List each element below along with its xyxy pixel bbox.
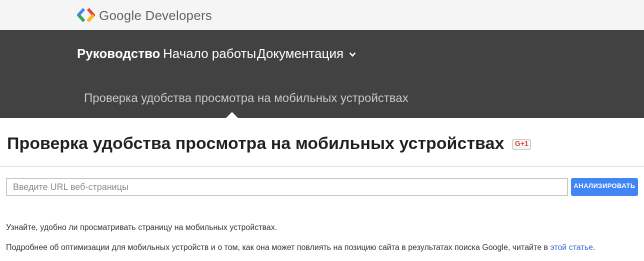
intro-text: Узнайте, удобно ли просматривать страниц… xyxy=(6,223,278,232)
divider xyxy=(0,166,644,167)
tab-documentation-label: Документация xyxy=(257,46,344,61)
analyze-button[interactable]: АНАЛИЗИРОВАТЬ xyxy=(571,178,638,196)
tab-documentation[interactable]: Документация xyxy=(257,45,356,63)
top-bar: Google Developers xyxy=(0,0,644,30)
tab-guide[interactable]: Руководство xyxy=(77,45,160,63)
page-title-row: Проверка удобства просмотра на мобильных… xyxy=(7,133,532,155)
url-input[interactable] xyxy=(6,178,568,196)
google-developers-chevron-logo-icon xyxy=(77,8,95,22)
sub-nav-item-mobile-test[interactable]: Проверка удобства просмотра на мобильных… xyxy=(84,90,408,106)
google-plus-one-button[interactable]: G+1 xyxy=(512,138,532,150)
more-info-body: Подробнее об оптимизации для мобильных у… xyxy=(6,243,551,252)
tab-getting-started[interactable]: Начало работы xyxy=(163,45,256,63)
google-developers-logo[interactable]: Google Developers xyxy=(77,6,212,24)
active-section-pointer xyxy=(226,112,238,118)
article-link[interactable]: этой статье xyxy=(550,243,593,252)
page-title: Проверка удобства просмотра на мобильных… xyxy=(7,134,505,153)
more-info-end: . xyxy=(592,243,596,252)
more-info-text: Подробнее об оптимизации для мобильных у… xyxy=(6,242,595,253)
logo-text: Google Developers xyxy=(99,7,212,23)
main-navigation: Руководство Начало работы Документация П… xyxy=(0,30,644,118)
chevron-down-icon xyxy=(348,51,356,57)
